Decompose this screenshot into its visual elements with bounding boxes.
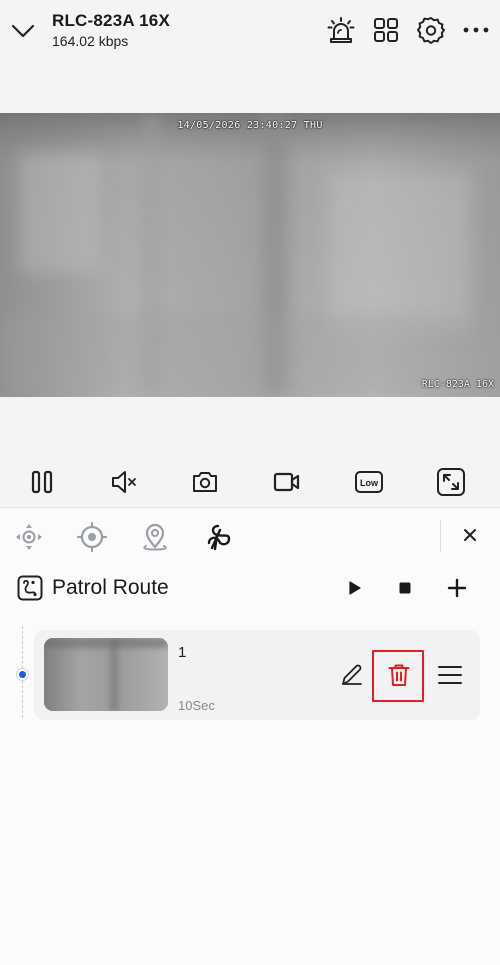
timeline-current-dot [17, 669, 28, 680]
add-icon[interactable] [441, 572, 473, 604]
preset-thumbnail [44, 638, 168, 711]
preset-duration: 10Sec [178, 698, 215, 713]
stop-icon[interactable] [389, 572, 421, 604]
osd-timestamp: 14/05/2026 23:40:27 THU [177, 120, 323, 131]
tab-separator [440, 520, 441, 552]
osd-camera-name: RLC-823A 16X [421, 379, 494, 390]
more-icon[interactable] [460, 14, 492, 46]
snapshot-icon[interactable] [189, 466, 221, 498]
delete-highlight-box [372, 650, 424, 702]
live-video-view[interactable]: 14/05/2026 23:40:27 THU RLC-823A 16X [0, 113, 500, 397]
ptz-tab-bar [0, 508, 500, 566]
close-icon[interactable] [455, 520, 485, 550]
playback-toolbar: Low [0, 457, 500, 507]
route-map-icon [17, 575, 43, 601]
gear-icon[interactable] [415, 14, 447, 46]
preset-target-icon[interactable] [76, 521, 108, 553]
chevron-down-icon[interactable] [10, 20, 36, 42]
play-icon[interactable] [338, 572, 370, 604]
patrol-route-icon[interactable] [203, 521, 235, 553]
grid-view-icon[interactable] [370, 14, 402, 46]
pause-icon[interactable] [26, 466, 58, 498]
video-spacer [0, 397, 500, 457]
patrol-route-header: Patrol Route [0, 566, 500, 612]
siren-icon[interactable] [325, 14, 357, 46]
quality-icon[interactable]: Low [353, 466, 385, 498]
video-frame [0, 113, 500, 397]
edit-icon[interactable] [337, 660, 367, 690]
fullscreen-icon[interactable] [435, 466, 467, 498]
quality-label: Low [360, 478, 379, 488]
record-icon[interactable] [271, 466, 303, 498]
drag-handle-icon[interactable] [435, 660, 465, 690]
section-title: Patrol Route [52, 576, 169, 599]
ptz-move-icon[interactable] [13, 521, 45, 553]
bitrate-readout: 164.02 kbps [52, 33, 129, 49]
preset-name: 1 [178, 644, 187, 661]
location-pin-icon[interactable] [139, 521, 171, 553]
camera-name: RLC-823A 16X [52, 11, 170, 30]
mute-icon[interactable] [108, 466, 140, 498]
app-header: RLC-823A 16X 164.02 kbps [0, 0, 500, 113]
list-item[interactable]: 1 10Sec [34, 630, 480, 720]
